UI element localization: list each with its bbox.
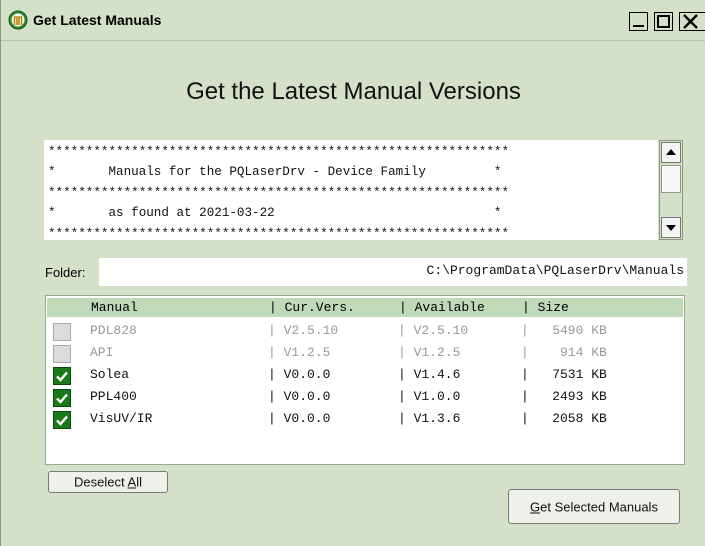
cell-manual: PPL400: [90, 389, 137, 404]
get-selected-manuals-button[interactable]: Get Selected Manuals: [508, 489, 680, 524]
title-bar[interactable]: Get Latest Manuals: [1, 0, 705, 41]
unchecked-checkbox[interactable]: [53, 323, 71, 341]
column-header-manual: Manual: [91, 300, 138, 315]
scroll-down-button[interactable]: [661, 217, 681, 238]
checked-checkbox[interactable]: [53, 367, 71, 385]
table-row[interactable]: PPL400 | V0.0.0 | V1.0.0 | 2493 KB: [46, 386, 682, 408]
deselect-all-mnemonic: A: [127, 474, 137, 490]
folder-label: Folder:: [45, 265, 86, 280]
manuals-list[interactable]: Manual | Cur.Vers. | Available | Size PD…: [45, 295, 685, 465]
scroll-up-button[interactable]: [661, 142, 681, 163]
cell-cur-vers: | V0.0.0: [268, 367, 331, 382]
app-logo-icon: [8, 10, 28, 30]
list-header: Manual | Cur.Vers. | Available | Size: [47, 298, 683, 317]
cell-size: | 2058 KB: [521, 411, 607, 426]
deselect-all-button[interactable]: Deselect All: [48, 471, 168, 493]
cell-manual: PDL828: [90, 323, 137, 338]
table-row[interactable]: Solea | V0.0.0 | V1.4.6 | 7531 KB: [46, 364, 682, 386]
table-row[interactable]: VisUV/IR | V0.0.0 | V1.3.6 | 2058 KB: [46, 408, 682, 430]
get-selected-mnemonic: G: [530, 499, 541, 514]
cell-manual: API: [90, 345, 114, 360]
cell-size: | 914 KB: [521, 345, 607, 360]
column-header-cur-vers: | Cur.Vers.: [269, 300, 355, 315]
unchecked-checkbox[interactable]: [53, 345, 71, 363]
info-scrollbar[interactable]: [659, 140, 683, 240]
info-text-box[interactable]: ****************************************…: [44, 140, 658, 240]
cell-size: | 5490 KB: [521, 323, 607, 338]
window: Get Latest Manuals Get the Latest Manual…: [0, 0, 705, 546]
table-row[interactable]: PDL828 | V2.5.10 | V2.5.10 | 5490 KB: [46, 320, 682, 342]
cell-cur-vers: | V1.2.5: [268, 345, 331, 360]
cell-cur-vers: | V0.0.0: [268, 411, 331, 426]
cell-manual: Solea: [90, 367, 130, 382]
table-row[interactable]: API | V1.2.5 | V1.2.5 | 914 KB: [46, 342, 682, 364]
cell-manual: VisUV/IR: [90, 411, 153, 426]
column-header-size: | Size: [522, 300, 569, 315]
scroll-thumb[interactable]: [661, 165, 681, 193]
deselect-all-label-rest: ll: [136, 474, 142, 490]
cell-size: | 2493 KB: [521, 389, 607, 404]
maximize-button[interactable]: [654, 12, 673, 31]
cell-cur-vers: | V0.0.0: [268, 389, 331, 404]
cell-available: | V1.3.6: [398, 411, 461, 426]
cell-size: | 7531 KB: [521, 367, 607, 382]
cell-available: | V1.0.0: [398, 389, 461, 404]
close-button[interactable]: [679, 12, 705, 31]
cell-available: | V1.4.6: [398, 367, 461, 382]
window-title: Get Latest Manuals: [33, 12, 162, 28]
info-text: ****************************************…: [48, 145, 510, 240]
minimize-button[interactable]: [629, 12, 648, 31]
folder-path-field[interactable]: C:\ProgramData\PQLaserDrv\Manuals: [99, 258, 687, 286]
get-selected-label: et Selected Manuals: [540, 499, 658, 514]
cell-available: | V2.5.10: [398, 323, 469, 338]
cell-cur-vers: | V2.5.10: [268, 323, 339, 338]
deselect-all-label: Deselect: [74, 474, 128, 490]
page-heading: Get the Latest Manual Versions: [186, 78, 521, 105]
column-header-available: | Available: [399, 300, 485, 315]
checked-checkbox[interactable]: [53, 411, 71, 429]
checked-checkbox[interactable]: [53, 389, 71, 407]
cell-available: | V1.2.5: [398, 345, 461, 360]
folder-path-value: C:\ProgramData\PQLaserDrv\Manuals: [426, 263, 684, 278]
